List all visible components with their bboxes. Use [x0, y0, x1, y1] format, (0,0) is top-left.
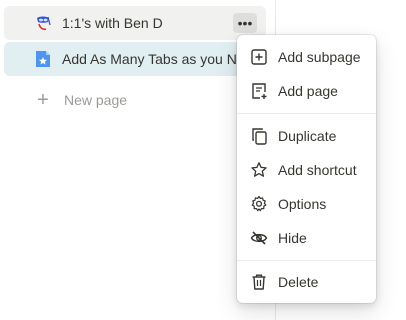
- trash-icon: [249, 272, 269, 292]
- menu-item-label: Add subpage: [278, 49, 361, 65]
- menu-item-add-shortcut[interactable]: Add shortcut: [243, 156, 370, 184]
- page-plus-icon: [249, 81, 269, 101]
- starred-document-icon: [32, 48, 54, 70]
- gear-icon: [249, 194, 269, 214]
- star-icon: [249, 160, 269, 180]
- more-horizontal-icon: •••: [237, 15, 253, 31]
- sidebar-item-add-as-many-tabs[interactable]: Add As Many Tabs as you Need: [4, 42, 266, 76]
- menu-separator: [237, 113, 376, 114]
- menu-item-hide[interactable]: Hide: [243, 224, 370, 252]
- menu-item-label: Hide: [278, 230, 307, 246]
- menu-item-label: Options: [278, 196, 327, 212]
- menu-item-label: Duplicate: [278, 128, 337, 144]
- sidebar-item-1-1s-with-ben-d[interactable]: 1:1's with Ben D: [4, 6, 266, 40]
- menu-item-label: Add page: [278, 83, 338, 99]
- menu-item-add-page[interactable]: Add page: [243, 77, 370, 105]
- menu-item-add-subpage[interactable]: Add subpage: [243, 43, 370, 71]
- sidebar: 1:1's with Ben D ••• Add As Many Tabs as…: [0, 0, 275, 320]
- plus-icon: +: [37, 89, 49, 111]
- menu-separator: [237, 260, 376, 261]
- eye-slash-icon: [249, 228, 269, 248]
- new-page-label: New page: [64, 92, 128, 108]
- square-plus-icon: [249, 47, 269, 67]
- sidebar-item-label: Add As Many Tabs as you Need: [62, 51, 261, 67]
- page-context-menu: Add subpage Add page Duplicate Add short…: [237, 35, 376, 303]
- more-options-button[interactable]: •••: [233, 13, 257, 33]
- diving-mask-icon: [32, 12, 54, 34]
- menu-item-duplicate[interactable]: Duplicate: [243, 122, 370, 150]
- page: 1:1's with Ben D ••• Add As Many Tabs as…: [0, 0, 406, 320]
- menu-item-options[interactable]: Options: [243, 190, 370, 218]
- menu-item-delete[interactable]: Delete: [243, 268, 370, 296]
- duplicate-icon: [249, 126, 269, 146]
- new-page-button[interactable]: + New page: [4, 83, 266, 117]
- menu-item-label: Add shortcut: [278, 162, 357, 178]
- menu-item-label: Delete: [278, 274, 319, 290]
- sidebar-item-label: 1:1's with Ben D: [62, 15, 163, 31]
